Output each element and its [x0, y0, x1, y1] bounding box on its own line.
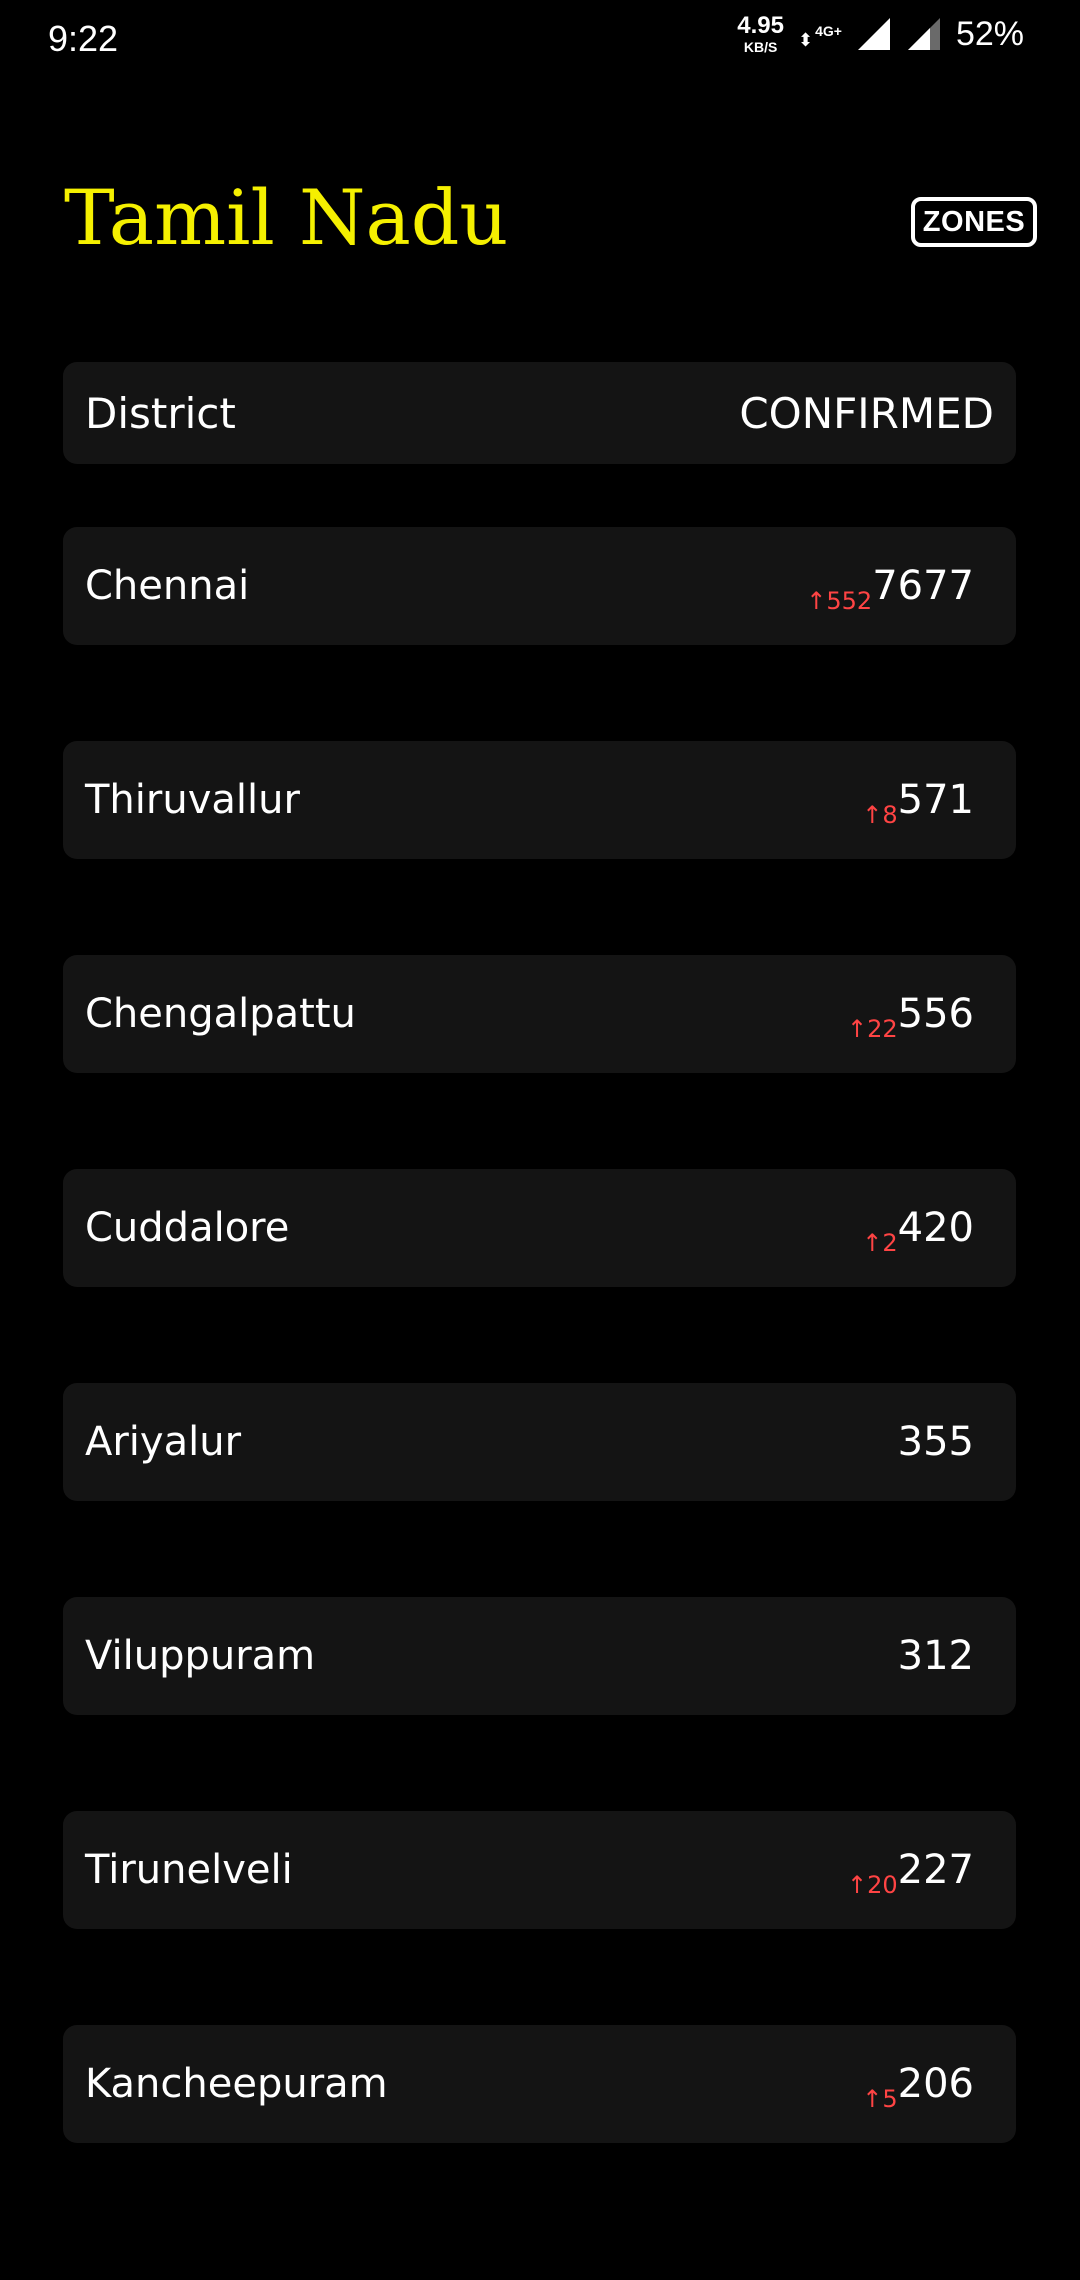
table-row[interactable]: Viluppuram 312 [63, 1597, 1016, 1715]
confirmed-delta: ↑22 [846, 1015, 898, 1043]
confirmed-count: 556 [897, 991, 974, 1037]
district-name: Kancheepuram [85, 2061, 388, 2107]
confirmed-cell: ↑20 227 [847, 1847, 974, 1899]
confirmed-count: 7677 [872, 563, 974, 609]
confirmed-count: 420 [897, 1205, 974, 1251]
network-type: ⬍ 4G+ [798, 19, 842, 49]
confirmed-count: 571 [897, 777, 974, 823]
confirmed-count: 312 [897, 1633, 974, 1679]
confirmed-cell: 355 [898, 1419, 974, 1465]
table-header: District CONFIRMED [63, 362, 1016, 464]
confirmed-cell: ↑552 7677 [806, 563, 974, 615]
confirmed-cell: ↑8 571 [862, 777, 974, 829]
status-bar: 9:22 4.95 KB/S ⬍ 4G+ 52% [0, 0, 1080, 84]
table-row[interactable]: Thiruvallur ↑8 571 [63, 741, 1016, 859]
confirmed-cell: 312 [898, 1633, 974, 1679]
network-type-label: 4G+ [815, 23, 842, 39]
confirmed-count: 206 [897, 2061, 974, 2107]
signal-partial-icon [907, 18, 940, 50]
confirmed-cell: ↑2 420 [862, 1205, 974, 1257]
table-row[interactable]: Tirunelveli ↑20 227 [63, 1811, 1016, 1929]
data-arrows-icon: ⬍ [797, 30, 814, 50]
table-row[interactable]: Ariyalur 355 [63, 1383, 1016, 1501]
district-name: Thiruvallur [85, 777, 300, 823]
status-icons: 4.95 KB/S ⬍ 4G+ 52% [737, 12, 1024, 55]
confirmed-count: 355 [897, 1419, 974, 1465]
confirmed-delta: ↑5 [862, 2085, 898, 2113]
confirmed-cell: ↑5 206 [862, 2061, 974, 2113]
zones-button[interactable]: ZONES [911, 197, 1037, 247]
district-column-header: District [85, 388, 236, 438]
table-row[interactable]: Chengalpattu ↑22 556 [63, 955, 1016, 1073]
network-speed-unit: KB/S [743, 39, 778, 55]
network-speed-value: 4.95 [737, 12, 784, 39]
district-name: Chengalpattu [85, 991, 356, 1037]
confirmed-count: 227 [897, 1847, 974, 1893]
district-name: Ariyalur [85, 1419, 242, 1465]
confirmed-delta: ↑552 [806, 587, 873, 615]
page-title: Tamil Nadu [64, 173, 509, 262]
table-row[interactable]: Kancheepuram ↑5 206 [63, 2025, 1016, 2143]
confirmed-delta: ↑20 [846, 1871, 898, 1899]
battery-level: 52% [955, 14, 1024, 53]
table-row[interactable]: Chennai ↑552 7677 [63, 527, 1016, 645]
confirmed-cell: ↑22 556 [847, 991, 974, 1043]
status-time: 9:22 [48, 18, 119, 59]
district-name: Viluppuram [85, 1633, 316, 1679]
confirmed-delta: ↑2 [862, 1229, 898, 1257]
district-name: Chennai [85, 563, 250, 609]
table-row[interactable]: Cuddalore ↑2 420 [63, 1169, 1016, 1287]
district-name: Tirunelveli [85, 1847, 293, 1893]
confirmed-delta: ↑8 [862, 801, 898, 829]
district-name: Cuddalore [85, 1205, 290, 1251]
signal-full-icon [857, 18, 890, 50]
district-list: Chennai ↑552 7677 Thiruvallur ↑8 571 Che… [63, 527, 1016, 2239]
network-speed: 4.95 KB/S [737, 12, 784, 55]
confirmed-column-header[interactable]: CONFIRMED [739, 389, 994, 438]
